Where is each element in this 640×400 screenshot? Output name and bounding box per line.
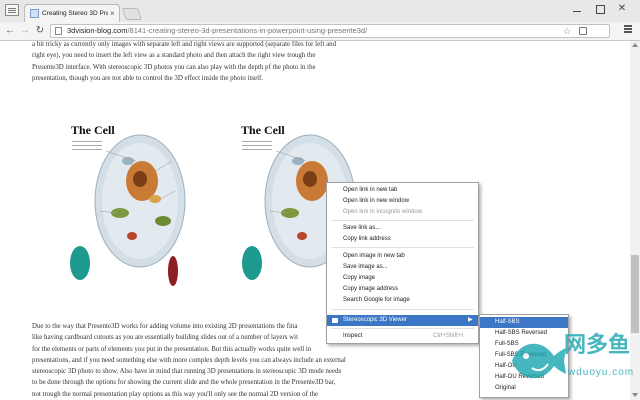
submenu-arrow-icon: ▶ [468, 317, 473, 323]
menu-item-save-link-as[interactable]: Save link as... [327, 223, 478, 234]
text-line: Presente3D interface. With stereoscopic … [32, 63, 316, 71]
url-text[interactable]: 3dvision-blog.com/8141-creating-stereo-3… [67, 25, 367, 37]
scroll-up-icon[interactable] [632, 43, 638, 47]
menu-separator [331, 220, 474, 221]
new-tab-button[interactable] [122, 8, 142, 20]
text-line: like having cardboard cutouts as you are… [32, 334, 298, 342]
text-line: stereoscopic 3D photo to show. Also have… [32, 368, 342, 376]
menu-item-copy-image[interactable]: Copy image [327, 273, 478, 284]
text-line: presentation, though you are not able to… [32, 74, 264, 82]
menu-item-label: Stereoscopic 3D Viewer [343, 317, 407, 323]
figure-title-left: The Cell [71, 123, 115, 137]
menu-item-label: Inspect [343, 333, 363, 339]
menu-item-copy-image-address[interactable]: Copy image address [327, 284, 478, 295]
address-bar[interactable]: 3dvision-blog.com/8141-creating-stereo-3… [50, 24, 610, 38]
tab-title: Creating Stereo 3D Presen [42, 10, 108, 17]
text-line: presentations, and if you need something… [32, 356, 346, 364]
menu-item-stereoscopic-3d-viewer[interactable]: Stereoscopic 3D Viewer ▶ [327, 315, 478, 326]
url-host: 3dvision-blog.com [67, 26, 128, 35]
menu-separator [331, 309, 474, 310]
menu-shortcut: Ctrl+Shift+I [433, 333, 464, 339]
article-paragraph-top: a bit tricky as currently only images wi… [32, 41, 370, 84]
url-path: /8141-creating-stereo-3d-presentations-i… [127, 26, 368, 35]
menu-icon[interactable] [624, 25, 632, 27]
browser-tab[interactable]: Creating Stereo 3D Presen × [24, 4, 120, 22]
menu-separator [331, 247, 474, 248]
figure-legend-left [72, 141, 102, 155]
text-line: right eye), you need to insert the left … [32, 52, 316, 60]
text-line: for the elements or parts of elements yo… [32, 345, 312, 353]
text-line: Due to the way that Presente3D works for… [32, 323, 298, 330]
app-menu-icon[interactable] [5, 4, 19, 16]
menu-item-search-google-image[interactable]: Search Google for image [327, 295, 478, 306]
menu-item-inspect[interactable]: Inspect Ctrl+Shift+I [327, 331, 478, 342]
menu-item-open-link-new-window[interactable]: Open link in new window [327, 196, 478, 207]
reload-icon[interactable]: ↻ [34, 24, 46, 38]
title-bar: Creating Stereo 3D Presen × [0, 0, 640, 22]
forward-icon[interactable]: → [19, 24, 31, 38]
scroll-down-icon[interactable] [632, 393, 638, 397]
favicon-icon [30, 9, 39, 18]
menu-item-copy-link-address[interactable]: Copy link address [327, 234, 478, 245]
back-icon[interactable]: ← [4, 24, 16, 38]
maximize-button[interactable] [590, 2, 610, 16]
text-line: not trough the normal presentation play … [32, 390, 319, 398]
scroll-thumb[interactable] [631, 255, 639, 333]
context-menu: Open link in new tab Open link in new wi… [326, 182, 479, 344]
extension-3d-icon [332, 318, 338, 323]
figure-legend-right [242, 141, 272, 155]
page-icon [55, 27, 62, 35]
article-paragraph-bottom: Due to the way that Presente3D works for… [32, 321, 370, 400]
text-line: to be done through the options for showi… [32, 379, 336, 387]
toolbar: ← → ↻ 3dvision-blog.com/8141-creating-st… [0, 22, 640, 41]
menu-item-open-link-incognito: Open link in incognito window [343, 209, 423, 215]
close-window-button[interactable] [612, 2, 632, 16]
star-icon[interactable]: ☆ [563, 25, 571, 37]
extension-icon[interactable] [579, 27, 587, 35]
submenu-item-half-sbs[interactable]: Half-SBS [480, 317, 568, 328]
menu-item-open-image-new-tab[interactable]: Open image in new tab [327, 251, 478, 262]
watermark-url: wduoyu.com [568, 367, 635, 378]
watermark-logo: 网多鱼 wduoyu.com [508, 330, 638, 392]
menu-item-open-link-new-tab[interactable]: Open link in new tab [327, 185, 478, 196]
figure-title-right: The Cell [241, 123, 285, 137]
watermark-title: 网多鱼 [564, 333, 631, 358]
minimize-button[interactable] [567, 2, 587, 16]
menu-separator [331, 328, 474, 329]
text-line: a bit tricky as currently only images wi… [32, 41, 337, 48]
cell-image-left[interactable]: The Cell [60, 121, 220, 293]
menu-item-save-image-as[interactable]: Save image as... [327, 262, 478, 273]
tab-close-icon[interactable]: × [110, 8, 115, 20]
